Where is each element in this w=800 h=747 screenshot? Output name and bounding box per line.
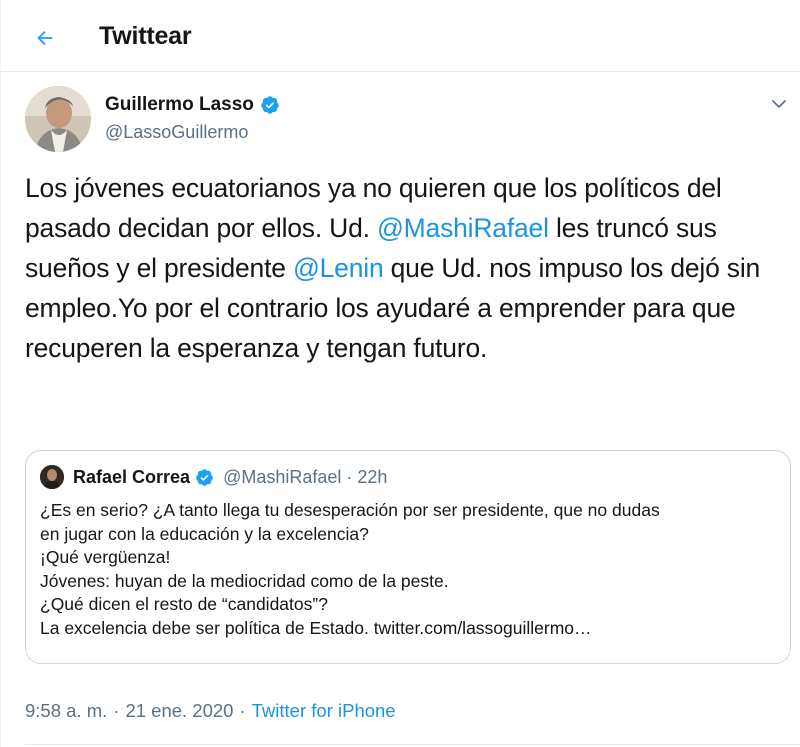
chevron-down-icon	[772, 100, 786, 108]
quoted-author-avatar	[40, 465, 64, 489]
tweet-text: Los jóvenes ecuatorianos ya no quieren q…	[25, 168, 785, 368]
mention-link[interactable]: @MashiRafael	[377, 213, 549, 243]
quoted-text-line: La excelencia debe ser política de Estad…	[40, 617, 592, 638]
page-header: Twittear	[1, 0, 800, 72]
tweet-time[interactable]: 9:58 a. m.	[25, 700, 107, 722]
author-handle[interactable]: @LassoGuillermo	[105, 122, 248, 143]
author-name-row: Guillermo Lasso	[105, 94, 280, 116]
tweet-page: Twittear Guillermo Lasso @LassoGuillermo…	[0, 0, 800, 747]
dot-separator: ·	[113, 700, 120, 721]
quoted-text-line: en jugar con la educación y la excelenci…	[40, 523, 369, 544]
quoted-text-line: ¿Qué dicen el resto de “candidatos”?	[40, 594, 328, 615]
tweet-source-link[interactable]: Twitter for iPhone	[252, 700, 396, 722]
quoted-author-name: Rafael Correa	[73, 466, 191, 487]
tweet-date[interactable]: 21 ene. 2020	[125, 700, 233, 722]
quoted-text-line: ¡Qué vergüenza!	[40, 547, 171, 568]
verified-badge-icon	[261, 96, 279, 114]
more-options-button[interactable]	[767, 92, 791, 116]
back-button[interactable]	[25, 18, 65, 58]
divider	[25, 744, 800, 745]
quoted-text-line: Jóvenes: huyan de la mediocridad como de…	[40, 570, 449, 591]
dot-separator: ·	[239, 700, 246, 721]
quoted-timestamp: 22h	[357, 466, 388, 487]
author-name[interactable]: Guillermo Lasso	[105, 94, 254, 116]
quoted-text-line: ¿Es en serio? ¿A tanto llega tu desesper…	[40, 500, 660, 520]
quoted-tweet-card[interactable]: Rafael Correa @MashiRafael · 22h ¿Es en …	[25, 450, 791, 664]
verified-badge-icon	[196, 468, 213, 486]
dot-separator: ·	[346, 466, 353, 487]
tweet-metadata: 9:58 a. m. · 21 ene. 2020 · Twitter for …	[25, 700, 396, 722]
mention-link[interactable]: @Lenin	[293, 253, 384, 283]
quoted-author-handle: @MashiRafael	[223, 466, 342, 487]
page-title: Twittear	[99, 22, 192, 50]
arrow-left-icon	[37, 30, 53, 46]
author-avatar[interactable]	[25, 86, 91, 152]
quoted-tweet-header: Rafael Correa @MashiRafael · 22h	[40, 465, 387, 489]
quoted-tweet-text: ¿Es en serio? ¿A tanto llega tu desesper…	[40, 499, 780, 641]
